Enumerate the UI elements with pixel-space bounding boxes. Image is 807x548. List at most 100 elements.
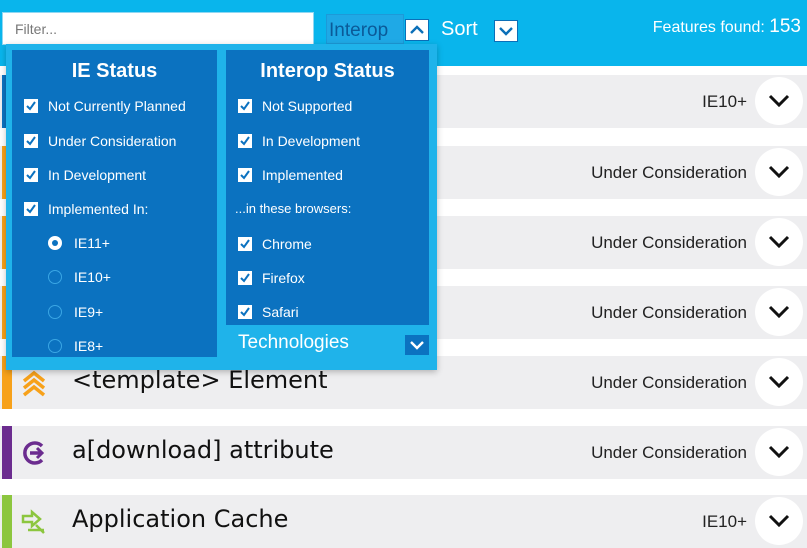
option-label: Chrome	[262, 236, 312, 252]
chevrons-up-icon	[22, 370, 46, 397]
chevron-down-icon	[499, 27, 513, 36]
category-stripe	[2, 426, 12, 479]
option-label: In Development	[262, 133, 361, 149]
ie-status-option-not-planned[interactable]: Not Currently Planned	[24, 96, 186, 116]
interop-collapse-button[interactable]	[405, 19, 429, 41]
feature-status: Under Consideration	[591, 373, 747, 392]
interop-filter-panel: IE Status Not Currently Planned Under Co…	[6, 44, 437, 370]
chevron-up-icon	[410, 25, 424, 34]
checkmark-icon	[240, 170, 250, 180]
expand-button[interactable]	[755, 428, 803, 476]
checkbox[interactable]	[238, 99, 252, 113]
radio-button[interactable]	[48, 270, 62, 284]
filter-box	[2, 12, 314, 45]
interop-status-column: Interop Status Not Supported In Developm…	[226, 50, 429, 325]
filter-input[interactable]	[3, 13, 313, 44]
chevron-down-icon	[768, 375, 790, 389]
chevron-down-icon	[768, 165, 790, 179]
technologies-label[interactable]: Technologies	[238, 332, 349, 354]
checkmark-icon	[240, 239, 250, 249]
feature-status: Under Consideration	[591, 443, 747, 462]
expand-button[interactable]	[755, 218, 803, 266]
feature-status: IE10+	[702, 92, 747, 111]
checkbox[interactable]	[238, 305, 252, 319]
ie-status-option-in-development[interactable]: In Development	[24, 165, 146, 185]
option-label: Implemented	[262, 167, 343, 183]
checkbox[interactable]	[24, 99, 38, 113]
interop-status-heading: Interop Status	[260, 60, 395, 82]
chevron-down-icon	[768, 94, 790, 108]
ie-status-heading: IE Status	[71, 60, 158, 82]
ie-version-option-ie10[interactable]: IE10+	[24, 267, 111, 287]
cache-icon	[21, 509, 45, 534]
checkmark-icon	[26, 101, 36, 111]
browser-option-chrome[interactable]: Chrome	[238, 234, 312, 254]
ie-version-option-ie8[interactable]: IE8+	[24, 336, 103, 356]
option-label: Under Consideration	[48, 133, 177, 149]
checkbox[interactable]	[238, 271, 252, 285]
expand-button[interactable]	[755, 497, 803, 545]
features-found-counter: Features found: 153	[653, 16, 801, 38]
radio-button[interactable]	[48, 339, 62, 353]
browser-option-safari[interactable]: Safari	[238, 302, 299, 322]
feature-row[interactable]: a[download] attribute Under Consideratio…	[0, 426, 807, 479]
ie-status-option-under-consideration[interactable]: Under Consideration	[24, 131, 176, 151]
checkbox[interactable]	[238, 168, 252, 182]
option-label: IE8+	[74, 338, 104, 354]
technologies-expand-button[interactable]	[405, 335, 429, 355]
sort-dropdown-label[interactable]: Sort	[441, 18, 478, 41]
option-label: In Development	[48, 167, 147, 183]
checkmark-icon	[240, 273, 250, 283]
features-found-label: Features found:	[652, 19, 765, 36]
expand-button[interactable]	[755, 358, 803, 406]
option-label: IE11+	[74, 235, 110, 251]
browser-option-firefox[interactable]: Firefox	[238, 268, 305, 288]
checkbox[interactable]	[24, 168, 38, 182]
option-label: IE9+	[74, 304, 104, 320]
checkbox[interactable]	[238, 237, 252, 251]
checkmark-icon	[26, 136, 36, 146]
checkbox[interactable]	[238, 134, 252, 148]
download-arrow-icon	[23, 441, 45, 465]
feature-title: <template> Element	[72, 366, 328, 394]
interop-dropdown-label[interactable]: Interop	[326, 14, 404, 44]
feature-status: Under Consideration	[591, 303, 747, 322]
option-label: Safari	[262, 304, 299, 320]
browsers-subheading: ...in these browsers:	[235, 201, 352, 216]
checkmark-icon	[26, 170, 36, 180]
option-label: Not Supported	[262, 98, 353, 114]
feature-row[interactable]: Application Cache IE10+	[0, 495, 807, 548]
interop-option-in-development[interactable]: In Development	[238, 131, 360, 151]
expand-button[interactable]	[755, 288, 803, 336]
chevron-down-icon	[768, 235, 790, 249]
interop-option-not-supported[interactable]: Not Supported	[238, 96, 352, 116]
expand-button[interactable]	[755, 77, 803, 125]
chevron-down-icon	[768, 514, 790, 528]
ie-version-option-ie9[interactable]: IE9+	[24, 302, 103, 322]
category-stripe	[2, 495, 12, 548]
chevron-down-icon	[768, 445, 790, 459]
chevron-down-icon	[410, 341, 424, 350]
checkmark-icon	[240, 307, 250, 317]
option-label: Implemented In:	[48, 201, 149, 217]
sort-expand-button[interactable]	[494, 20, 518, 42]
interop-option-implemented[interactable]: Implemented	[238, 165, 343, 185]
ie-version-option-ie11[interactable]: IE11+	[24, 233, 110, 253]
option-label: Not Currently Planned	[48, 98, 186, 114]
features-found-count: 153	[769, 16, 801, 37]
ie-status-option-implemented-in[interactable]: Implemented In:	[24, 199, 148, 219]
checkmark-icon	[26, 204, 36, 214]
chevron-down-icon	[768, 305, 790, 319]
feature-status: Under Consideration	[591, 163, 747, 182]
checkbox[interactable]	[24, 202, 38, 216]
feature-title: Application Cache	[72, 505, 289, 533]
ie-status-column: IE Status Not Currently Planned Under Co…	[12, 50, 217, 357]
radio-button[interactable]	[48, 305, 62, 319]
radio-button[interactable]	[48, 236, 62, 250]
checkmark-icon	[240, 136, 250, 146]
option-label: IE10+	[74, 269, 111, 285]
checkbox[interactable]	[24, 134, 38, 148]
option-label: Firefox	[262, 270, 305, 286]
expand-button[interactable]	[755, 148, 803, 196]
feature-status: IE10+	[702, 512, 747, 531]
